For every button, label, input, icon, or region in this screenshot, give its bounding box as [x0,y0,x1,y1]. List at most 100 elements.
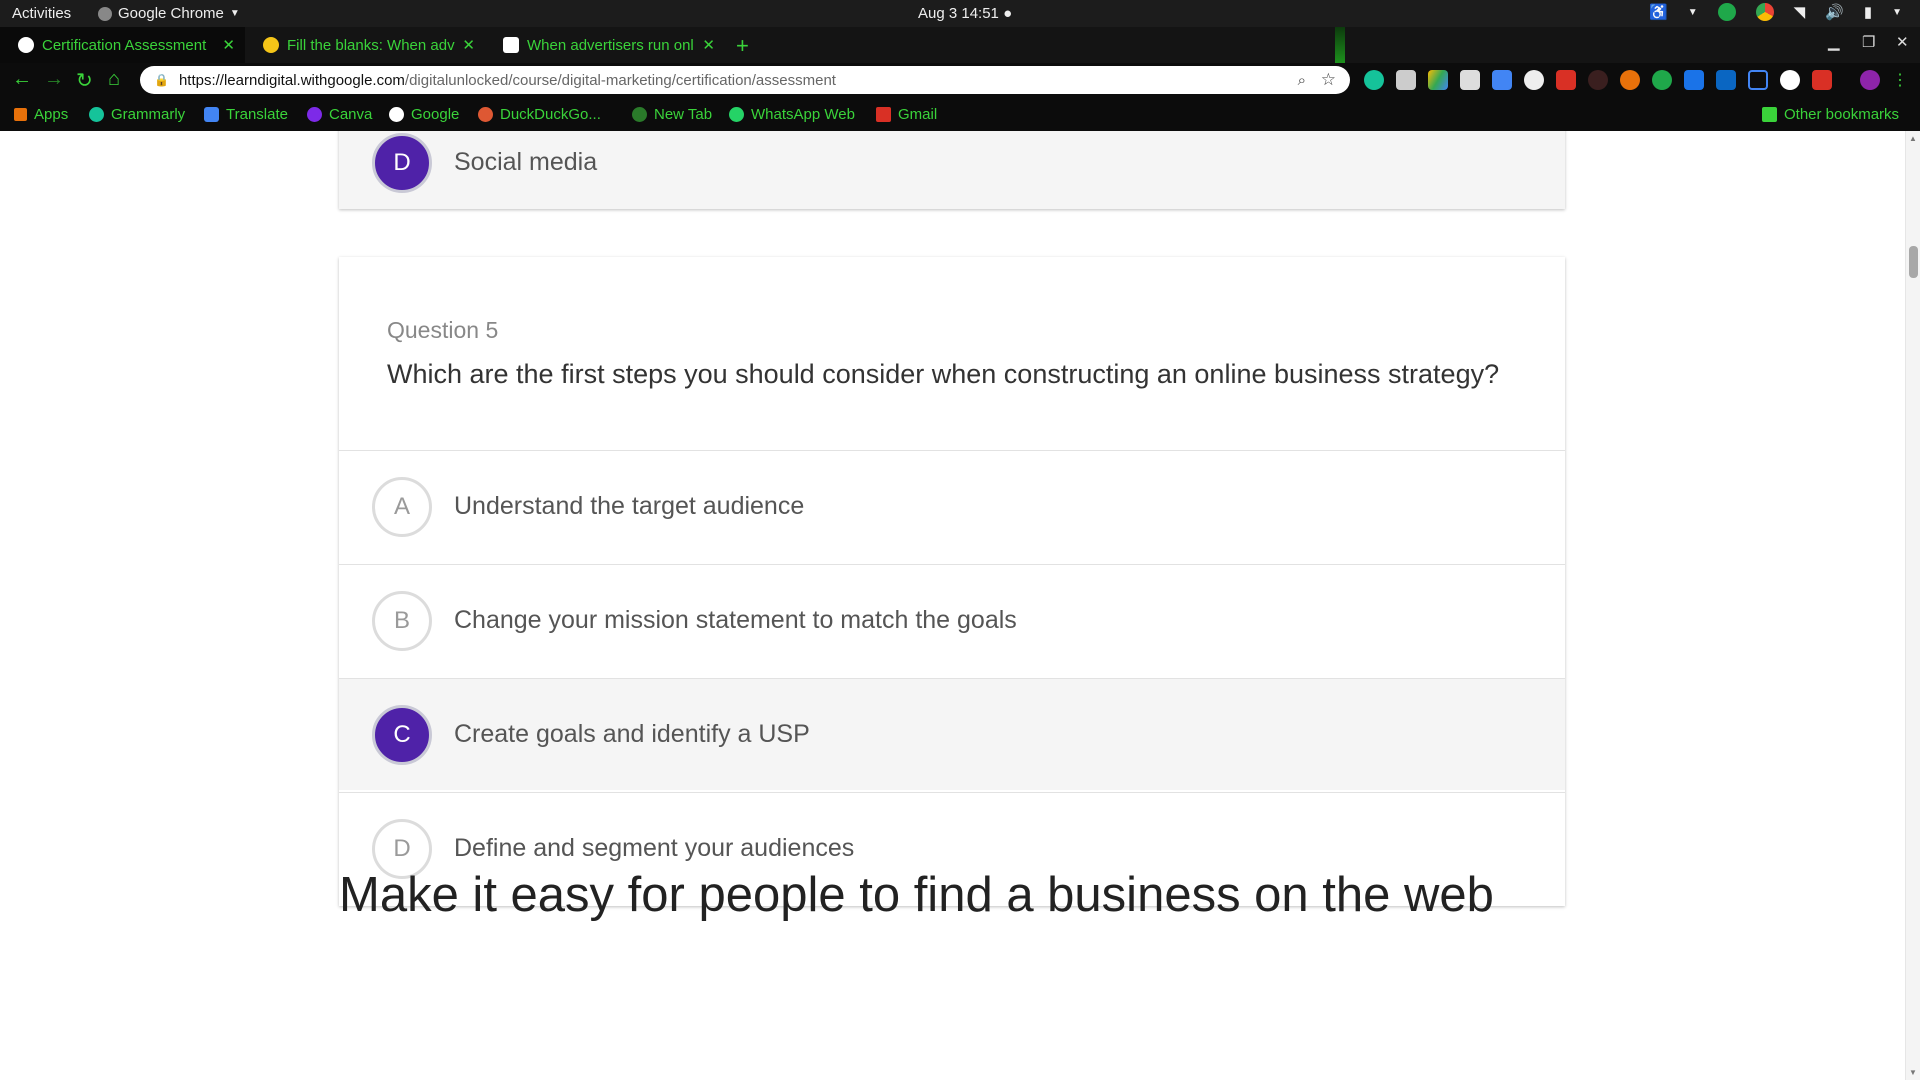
minimize-button[interactable]: ▁ [1828,33,1840,51]
answer-option-d[interactable]: D Social media [339,131,1565,209]
s-extension-icon[interactable] [1684,70,1704,90]
answer-option-b[interactable]: B Change your mission statement to match… [339,564,1565,676]
tab-when-advertisers[interactable]: When advertisers run onl ✕ [485,27,725,63]
wifi-icon[interactable]: ◥ [1794,3,1806,21]
tab-certification-assessment[interactable]: Certification Assessment ✕ [0,27,245,63]
close-icon[interactable]: ✕ [222,36,235,54]
home-button[interactable]: ⌂ [108,68,120,91]
youtube-extension-icon[interactable] [1812,70,1832,90]
circle-extension-icon[interactable] [1780,70,1800,90]
scrollbar-thumb[interactable] [1909,246,1918,278]
hangouts-extension-icon[interactable] [1652,70,1672,90]
scroll-up-icon[interactable]: ▲ [1909,134,1917,143]
bookmark-label: Canva [329,106,373,123]
drive-extension-icon[interactable] [1428,70,1448,90]
other-bookmarks[interactable]: Other bookmarks [1762,106,1899,123]
bookmark-label: Translate [226,106,288,123]
activities-button[interactable]: Activities [12,5,71,22]
whatsapp-icon [729,107,744,122]
pocket-extension-icon[interactable] [1556,70,1576,90]
other-bookmarks-label: Other bookmarks [1784,106,1900,123]
translate-icon [204,107,219,122]
profile-avatar[interactable] [1860,70,1880,90]
page-content: D Social media Question 5 Which are the … [0,131,1905,1080]
accessibility-icon[interactable]: ♿ [1649,3,1668,21]
volume-icon[interactable]: 🔊 [1825,3,1844,21]
close-icon[interactable]: ✕ [462,36,475,54]
app-menu[interactable]: Google Chrome ▼ [98,5,240,22]
hangouts-icon[interactable] [1717,3,1736,21]
menu-dots-icon[interactable]: ⋮ [1892,70,1908,90]
brainly-icon [503,37,519,53]
bookmark-canva[interactable]: Canva [307,106,372,123]
chevron-down-icon: ▼ [1687,6,1698,18]
bookmark-new-tab[interactable]: New Tab [632,106,712,123]
reload-button[interactable]: ↻ [76,68,93,93]
mail-extension-icon[interactable] [1460,70,1480,90]
tab-title: When advertisers run onl [527,36,694,54]
option-text: Define and segment your audiences [454,834,855,862]
answer-option-a[interactable]: A Understand the target audience [339,450,1565,562]
bookmark-translate[interactable]: Translate [204,106,288,123]
folder-icon [1762,107,1777,122]
option-letter-badge: B [372,590,432,651]
previous-question-card: D Social media [339,131,1565,209]
clock-label: Aug 3 14:51 [918,5,999,22]
system-tray[interactable]: ♿ ▼ ◥ 🔊 ▮ ▼ [1649,3,1902,21]
k-extension-icon[interactable] [1588,70,1608,90]
bookmark-label: New Tab [654,106,713,123]
bookmark-grammarly[interactable]: Grammarly [89,106,185,123]
tab-title: Fill the blanks: When adv [287,36,455,54]
grammarly-icon [89,107,104,122]
bookmark-label: DuckDuckGo... [500,106,601,123]
new-tab-button[interactable]: + [736,33,749,59]
answer-option-c[interactable]: C Create goals and identify a USP [339,678,1565,790]
option-letter-badge: C [372,704,432,765]
bookmark-gmail[interactable]: Gmail [876,106,937,123]
option-text: Create goals and identify a USP [454,720,810,748]
keep-extension-icon[interactable] [1396,70,1416,90]
bookmark-star-icon[interactable]: ☆ [1321,70,1336,90]
section-heading: Make it easy for people to find a busine… [339,868,1494,922]
google-icon [18,37,34,53]
tab-fill-the-blanks[interactable]: Fill the blanks: When adv ✕ [245,27,485,63]
linkedin-extension-icon[interactable] [1716,70,1736,90]
forward-button[interactable]: → [44,68,64,91]
address-bar[interactable]: 🔒 https://learndigital.withgoogle.com/di… [140,66,1350,94]
page-scrollbar[interactable]: ▲ ▼ [1905,131,1920,1080]
scroll-down-icon[interactable]: ▼ [1909,1068,1917,1077]
restore-button[interactable]: ❐ [1862,33,1875,51]
option-text: Understand the target audience [454,492,805,520]
chevron-down-icon[interactable]: ▼ [1892,7,1902,18]
back-button[interactable]: ← [12,68,32,91]
bookmark-google[interactable]: Google [389,106,459,123]
clock-extension-icon[interactable] [1524,70,1544,90]
gmail-icon [876,107,891,122]
tab-title: Certification Assessment [42,36,207,54]
option-text: Change your mission statement to match t… [454,606,1017,634]
question-card: Question 5 Which are the first steps you… [339,257,1565,906]
url-path: /digitalunlocked/course/digital-marketin… [404,71,836,89]
bookmark-duckduckgo[interactable]: DuckDuckGo... [478,106,601,123]
extension-icons: ⋮ [1364,70,1908,90]
option-text: Social media [454,148,598,176]
close-icon[interactable]: ✕ [702,36,715,54]
clock[interactable]: Aug 3 14:51 ● [918,5,1012,22]
globe-icon [632,107,647,122]
chrome-tray-icon[interactable] [1755,3,1774,21]
close-window-button[interactable]: ✕ [1896,33,1909,51]
lock-icon[interactable]: 🔒 [154,73,169,87]
battery-icon[interactable]: ▮ [1864,3,1872,21]
bookmarks-bar: Apps Grammarly Translate Canva Google Du… [0,97,1920,131]
grammarly-extension-icon[interactable] [1364,70,1384,90]
bookmark-apps[interactable]: Apps [14,106,68,123]
bookmark-whatsapp[interactable]: WhatsApp Web [729,106,855,123]
url-host: https://learndigital.withgoogle.com [178,71,405,89]
app-menu-label: Google Chrome [118,5,224,22]
b-extension-icon[interactable] [1620,70,1640,90]
zoom-icon[interactable]: ⌕ [1298,72,1306,89]
calendar-extension-icon[interactable] [1492,70,1512,90]
duckduckgo-icon [478,107,493,122]
triangle-extension-icon[interactable] [1748,70,1768,90]
bookmark-label: Gmail [898,106,938,123]
